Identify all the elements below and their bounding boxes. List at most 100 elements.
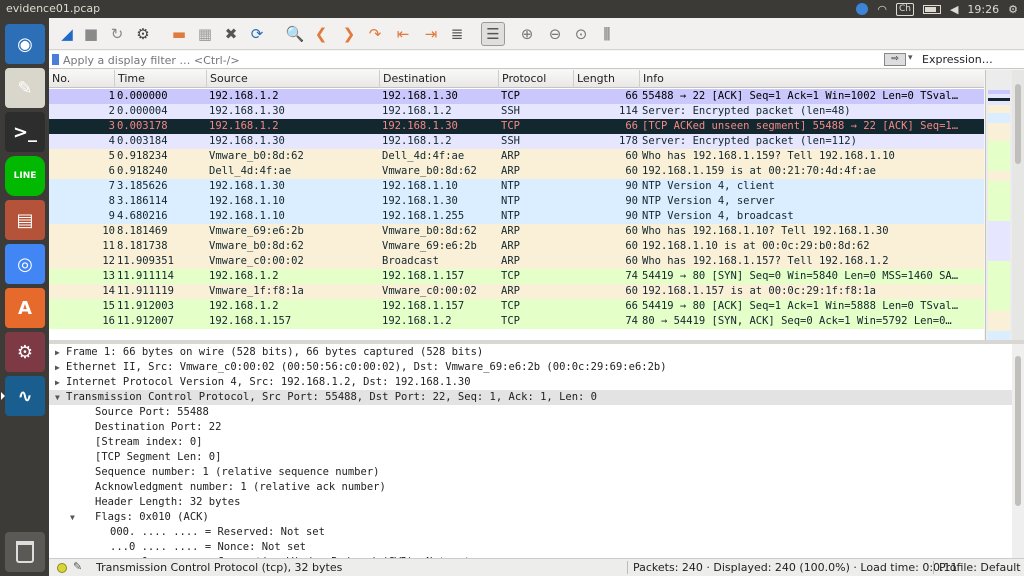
detail-row[interactable]: Destination Port: 22: [49, 420, 1014, 435]
detail-row[interactable]: 000. .... .... = Reserved: Not set: [49, 525, 1014, 540]
packet-proto-cell: ARP: [501, 150, 520, 162]
scrollbar-thumb[interactable]: [1015, 84, 1021, 164]
packet-src-cell: 192.168.1.10: [209, 210, 285, 222]
detail-row[interactable]: ...0 .... .... = Nonce: Not set: [49, 540, 1014, 555]
collapsed-arrow-icon[interactable]: ▶: [55, 345, 60, 360]
packet-row[interactable]: 8 3.186114 192.168.1.10 192.168.1.30 NTP 90 NT…: [49, 194, 984, 209]
go-to-packet-icon[interactable]: ↷: [363, 22, 387, 46]
apply-filter-button[interactable]: ⇨: [884, 53, 906, 66]
packet-row[interactable]: 2 0.000004 192.168.1.30 192.168.1.2 SSH 114 Se…: [49, 104, 984, 119]
bookmark-icon[interactable]: [52, 54, 59, 65]
resize-columns-icon[interactable]: ⫼: [595, 22, 619, 46]
expanded-arrow-icon[interactable]: ▼: [70, 510, 75, 525]
restart-capture-icon[interactable]: ↻: [105, 22, 129, 46]
detail-row[interactable]: ▶ Internet Protocol Version 4, Src: 192.1…: [49, 375, 1014, 390]
column-length[interactable]: Length: [574, 70, 640, 88]
gear-icon[interactable]: ⚙: [1008, 3, 1018, 16]
scrollbar-thumb[interactable]: [1015, 356, 1021, 506]
wifi-icon[interactable]: ◠: [877, 3, 887, 16]
packet-row[interactable]: 13 11.911114 192.168.1.2 192.168.1.157 TCP 74…: [49, 269, 984, 284]
close-file-icon[interactable]: ✖: [219, 22, 243, 46]
input-method-indicator[interactable]: Ch: [895, 2, 914, 16]
save-file-icon[interactable]: ▦: [193, 22, 217, 46]
packet-row[interactable]: 6 0.918240 Dell_4d:4f:ae Vmware_b0:8d:62 ARP…: [49, 164, 984, 179]
sound-volume-icon[interactable]: ◀: [950, 3, 958, 16]
detail-row[interactable]: [TCP Segment Len: 0]: [49, 450, 1014, 465]
detail-row[interactable]: ▶ Ethernet II, Src: Vmware_c0:00:02 (00:5…: [49, 360, 1014, 375]
last-packet-icon[interactable]: ⇥: [419, 22, 443, 46]
packet-row[interactable]: 5 0.918234 Vmware_b0:8d:62 Dell_4d:4f:ae ARP…: [49, 149, 984, 164]
zoom-in-icon[interactable]: ⊕: [515, 22, 539, 46]
open-file-icon[interactable]: ▬: [167, 22, 191, 46]
go-forward-icon[interactable]: ❯: [337, 22, 361, 46]
collapsed-arrow-icon[interactable]: ▶: [55, 375, 60, 390]
column-info[interactable]: Info: [640, 70, 984, 88]
auto-scroll-icon[interactable]: ≣: [445, 22, 469, 46]
detail-row[interactable]: [Stream index: 0]: [49, 435, 1014, 450]
packet-len-cell: 90: [625, 195, 638, 207]
clock[interactable]: 19:26: [967, 3, 999, 16]
expression-button[interactable]: Expression…: [922, 53, 993, 66]
column-destination[interactable]: Destination: [380, 70, 499, 88]
battery-icon[interactable]: [922, 4, 941, 14]
zoom-out-icon[interactable]: ⊖: [543, 22, 567, 46]
packet-row[interactable]: 14 11.911119 Vmware_1f:f8:1a Vmware_c0:00:0…: [49, 284, 984, 299]
collapsed-arrow-icon[interactable]: ▶: [55, 360, 60, 375]
detail-row[interactable]: Source Port: 55488: [49, 405, 1014, 420]
minimap-band: [988, 123, 1010, 141]
reload-file-icon[interactable]: ⟳: [245, 22, 269, 46]
packet-row[interactable]: 9 4.680216 192.168.1.10 192.168.1.255 NTP 90 N…: [49, 209, 984, 224]
normal-size-icon[interactable]: ⊙: [569, 22, 593, 46]
packet-row[interactable]: 10 8.181469 Vmware_69:e6:2b Vmware_b0:8d:62…: [49, 224, 984, 239]
text-editor-icon[interactable]: ✎: [5, 68, 45, 108]
edit-comment-icon[interactable]: ✎: [73, 560, 82, 573]
detail-row[interactable]: ▶ Frame 1: 66 bytes on wire (528 bits), 6…: [49, 345, 1014, 360]
ubuntu-dash-icon[interactable]: ◉: [5, 24, 45, 64]
file-manager-icon[interactable]: ▤: [5, 200, 45, 240]
go-back-icon[interactable]: ❮: [309, 22, 333, 46]
colorize-icon[interactable]: ☰: [481, 22, 505, 46]
column-time[interactable]: Time: [115, 70, 207, 88]
packet-row[interactable]: 3 0.003178 192.168.1.2 192.168.1.30 TCP 66 [TC…: [49, 119, 984, 134]
detail-text: Flags: 0x010 (ACK): [95, 511, 209, 523]
details-scrollbar[interactable]: [1012, 344, 1024, 574]
software-center-icon[interactable]: A: [5, 288, 45, 328]
packet-row[interactable]: 12 11.909351 Vmware_c0:00:02 Broadcast ARP 60…: [49, 254, 984, 269]
packet-row[interactable]: 11 8.181738 Vmware_b0:8d:62 Vmware_69:e6:2b…: [49, 239, 984, 254]
sound-icon[interactable]: [856, 3, 869, 15]
detail-text: Transmission Control Protocol, Src Port:…: [66, 391, 598, 403]
column-no[interactable]: No.: [49, 70, 115, 88]
detail-row[interactable]: Sequence number: 1 (relative sequence nu…: [49, 465, 1014, 480]
packet-row[interactable]: 15 11.912003 192.168.1.2 192.168.1.157 TCP 66…: [49, 299, 984, 314]
packet-row[interactable]: 1 0.000000 192.168.1.2 192.168.1.30 TCP 66 554…: [49, 89, 984, 104]
detail-row[interactable]: ▼ Flags: 0x010 (ACK): [49, 510, 1014, 525]
first-packet-icon[interactable]: ⇤: [391, 22, 415, 46]
status-ready-icon[interactable]: [57, 563, 67, 573]
status-divider: [933, 561, 934, 574]
trash-icon[interactable]: [5, 532, 45, 572]
packet-row[interactable]: 4 0.003184 192.168.1.30 192.168.1.2 SSH 178 Se…: [49, 134, 984, 149]
packet-time-cell: 11.912007: [117, 315, 174, 327]
detail-row[interactable]: ▼ Transmission Control Protocol, Src Port…: [49, 390, 1014, 405]
line-app-icon[interactable]: LINE: [5, 156, 45, 196]
wireshark-icon[interactable]: ∿: [1, 376, 45, 416]
capture-options-icon[interactable]: ⚙: [131, 22, 155, 46]
expanded-arrow-icon[interactable]: ▼: [55, 390, 60, 405]
find-packet-icon[interactable]: 🔍: [283, 22, 307, 46]
filter-history-dropdown[interactable]: ▾: [908, 53, 913, 63]
stop-capture-icon[interactable]: ■: [79, 22, 103, 46]
terminal-icon[interactable]: >_: [5, 112, 45, 152]
packet-row[interactable]: 16 11.912007 192.168.1.157 192.168.1.2 TCP 74…: [49, 314, 984, 329]
start-capture-icon[interactable]: ◢: [55, 22, 79, 46]
packet-time-cell: 11.909351: [117, 255, 174, 267]
detail-row[interactable]: Header Length: 32 bytes: [49, 495, 1014, 510]
column-protocol[interactable]: Protocol: [499, 70, 574, 88]
system-settings-icon[interactable]: ⚙: [5, 332, 45, 372]
column-source[interactable]: Source: [207, 70, 380, 88]
packet-list-scrollbar[interactable]: [1012, 70, 1024, 340]
packet-row[interactable]: 7 3.185626 192.168.1.30 192.168.1.10 NTP 90 NT…: [49, 179, 984, 194]
profile-label[interactable]: Profile: Default: [939, 561, 1021, 574]
display-filter-input[interactable]: [63, 52, 883, 68]
chrome-icon[interactable]: ◎: [5, 244, 45, 284]
detail-row[interactable]: Acknowledgment number: 1 (relative ack n…: [49, 480, 1014, 495]
